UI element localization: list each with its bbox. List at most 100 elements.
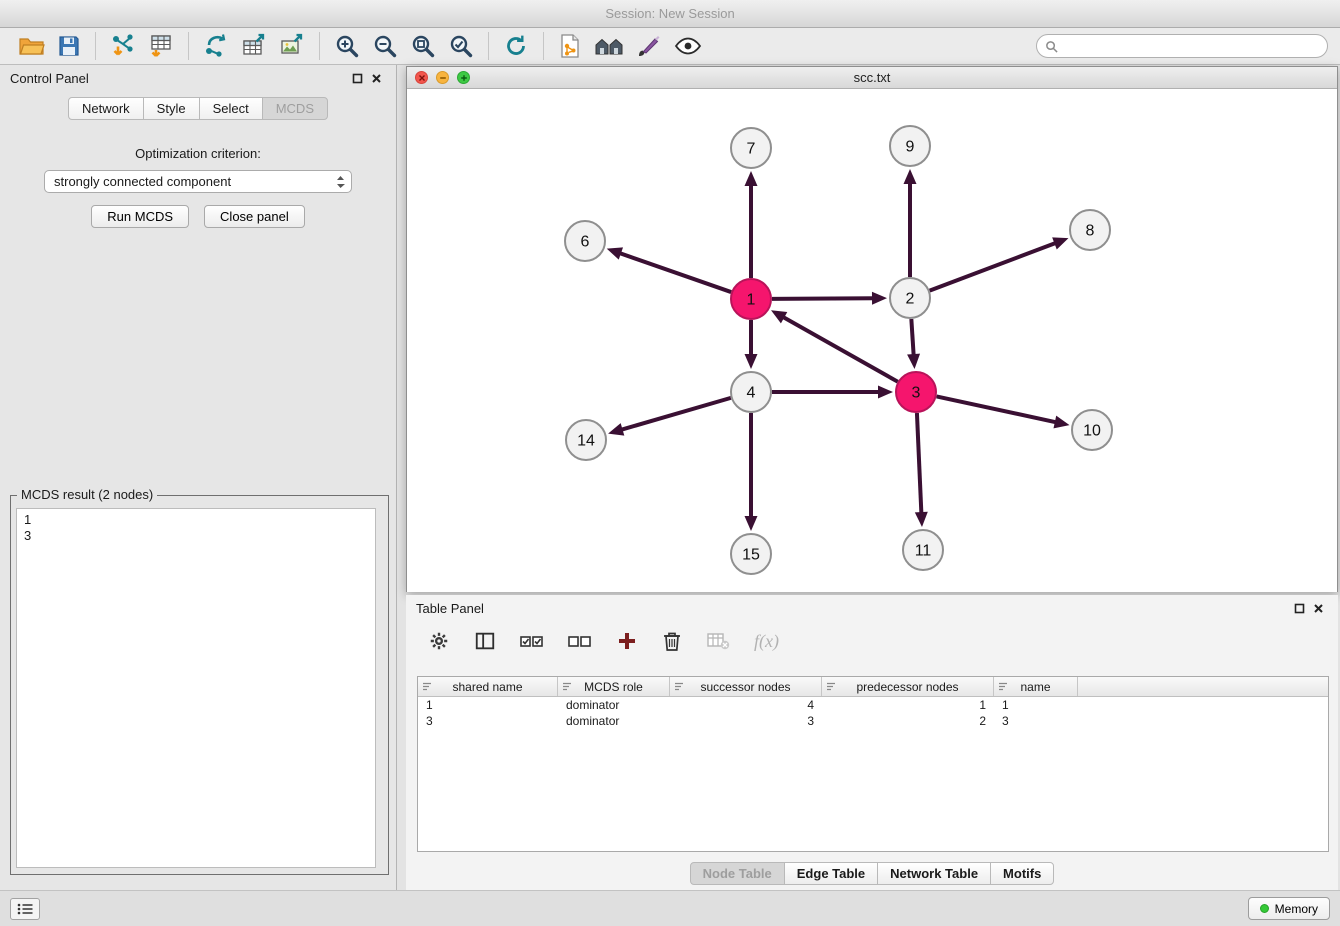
delete-table-icon	[706, 631, 730, 651]
graph-node[interactable]: 14	[566, 420, 606, 460]
delete-row-button[interactable]	[660, 628, 684, 654]
tab-select[interactable]: Select	[199, 97, 263, 120]
criterion-dropdown[interactable]: strongly connected component	[44, 170, 352, 193]
close-icon	[1313, 603, 1324, 614]
network-canvas[interactable]: 7 9 6 8 1 2 4 3 14 10 15 11	[407, 89, 1337, 592]
new-network-from-selection-button[interactable]	[552, 31, 588, 61]
show-hide-button[interactable]	[668, 32, 708, 60]
search-input[interactable]	[1063, 39, 1319, 54]
network-window-titlebar[interactable]: scc.txt	[407, 67, 1337, 89]
run-mcds-button[interactable]: Run MCDS	[91, 205, 189, 228]
function-builder-button[interactable]: f(x)	[752, 629, 781, 654]
graph-edge[interactable]	[782, 317, 897, 382]
table-cell[interactable]: 2	[822, 714, 994, 728]
graph-node[interactable]: 6	[565, 221, 605, 261]
graph-edge[interactable]	[621, 398, 731, 430]
column-header-label: MCDS role	[584, 680, 643, 694]
deselect-all-button[interactable]	[566, 630, 594, 652]
window-zoom-button[interactable]	[457, 71, 470, 84]
tab-network-table[interactable]: Network Table	[877, 862, 991, 885]
float-icon	[1294, 603, 1305, 614]
graph-node[interactable]: 3	[896, 372, 936, 412]
toolbar-separator	[543, 32, 544, 60]
edge-arrow-icon	[745, 516, 758, 531]
table-row[interactable]: 3dominator323	[418, 713, 1328, 729]
graph-edge[interactable]	[937, 396, 1057, 422]
table-row[interactable]: 1dominator411	[418, 697, 1328, 713]
graph-node[interactable]: 10	[1072, 410, 1112, 450]
fx-label: f(x)	[754, 631, 779, 652]
graph-edge[interactable]	[930, 243, 1057, 291]
show-panels-button[interactable]	[10, 898, 40, 920]
graph-node[interactable]: 15	[731, 534, 771, 574]
mcds-result-groupbox: MCDS result (2 nodes) 1 3	[10, 495, 389, 875]
graph-node[interactable]: 2	[890, 278, 930, 318]
graph-node[interactable]: 8	[1070, 210, 1110, 250]
column-header-MCDS-role[interactable]: MCDS role	[558, 677, 670, 696]
save-session-button[interactable]	[51, 32, 87, 60]
table-cell[interactable]: dominator	[558, 714, 670, 728]
tab-node-table[interactable]: Node Table	[690, 862, 785, 885]
export-network-button[interactable]	[197, 31, 235, 61]
import-table-button[interactable]	[142, 31, 180, 61]
zoom-fit-button[interactable]	[404, 31, 442, 61]
tab-network[interactable]: Network	[68, 97, 144, 120]
graph-node[interactable]: 11	[903, 530, 943, 570]
graph-node[interactable]: 1	[731, 279, 771, 319]
window-minimize-button[interactable]	[436, 71, 449, 84]
graph-node[interactable]: 4	[731, 372, 771, 412]
table-cell[interactable]: 4	[670, 698, 822, 712]
import-table-icon	[148, 33, 174, 59]
window-titlebar[interactable]: Session: New Session	[0, 0, 1340, 28]
select-all-button[interactable]	[518, 630, 546, 652]
graph-edge[interactable]	[619, 253, 731, 292]
window-close-button[interactable]	[415, 71, 428, 84]
open-session-button[interactable]	[12, 32, 51, 60]
graph-edge[interactable]	[917, 413, 921, 514]
table-cell[interactable]: 3	[670, 714, 822, 728]
delete-table-button[interactable]	[704, 629, 732, 653]
graph-edge[interactable]	[772, 298, 874, 299]
table-cell[interactable]: 3	[994, 714, 1078, 728]
refresh-layout-button[interactable]	[497, 31, 535, 61]
table-panel-close-button[interactable]	[1309, 601, 1328, 616]
table-cell[interactable]: 3	[418, 714, 558, 728]
tab-mcds[interactable]: MCDS	[262, 97, 328, 120]
column-header-label: shared name	[452, 680, 522, 694]
zoom-out-icon	[372, 33, 398, 59]
tab-motifs[interactable]: Motifs	[990, 862, 1054, 885]
column-header-name[interactable]: name	[994, 677, 1078, 696]
graph-node[interactable]: 7	[731, 128, 771, 168]
import-network-button[interactable]	[104, 31, 142, 61]
graph-edge[interactable]	[911, 319, 913, 356]
export-table-button[interactable]	[235, 31, 273, 61]
column-header-successor-nodes[interactable]: successor nodes	[670, 677, 822, 696]
export-image-icon	[279, 33, 305, 59]
zoom-selected-button[interactable]	[442, 31, 480, 61]
tab-edge-table[interactable]: Edge Table	[784, 862, 878, 885]
first-neighbors-button[interactable]	[588, 32, 630, 60]
control-panel-float-button[interactable]	[348, 71, 367, 86]
zoom-in-button[interactable]	[328, 31, 366, 61]
add-row-button[interactable]	[614, 628, 640, 654]
table-cell[interactable]: 1	[822, 698, 994, 712]
show-columns-button[interactable]	[472, 628, 498, 654]
table-cell[interactable]: 1	[994, 698, 1078, 712]
style-brush-button[interactable]	[630, 31, 668, 61]
main-toolbar	[0, 28, 1340, 65]
tab-style[interactable]: Style	[143, 97, 200, 120]
control-panel-close-button[interactable]	[367, 71, 386, 86]
node-table: shared name MCDS role successor nodesprede…	[417, 676, 1329, 852]
column-header-shared-name[interactable]: shared name	[418, 677, 558, 696]
column-header-predecessor-nodes[interactable]: predecessor nodes	[822, 677, 994, 696]
close-panel-button[interactable]: Close panel	[204, 205, 305, 228]
mcds-result-list[interactable]: 1 3	[16, 508, 376, 868]
memory-button[interactable]: Memory	[1248, 897, 1330, 920]
table-panel-float-button[interactable]	[1290, 601, 1309, 616]
table-cell[interactable]: 1	[418, 698, 558, 712]
table-settings-button[interactable]	[426, 628, 452, 654]
zoom-out-button[interactable]	[366, 31, 404, 61]
table-cell[interactable]: dominator	[558, 698, 670, 712]
export-image-button[interactable]	[273, 31, 311, 61]
graph-node[interactable]: 9	[890, 126, 930, 166]
